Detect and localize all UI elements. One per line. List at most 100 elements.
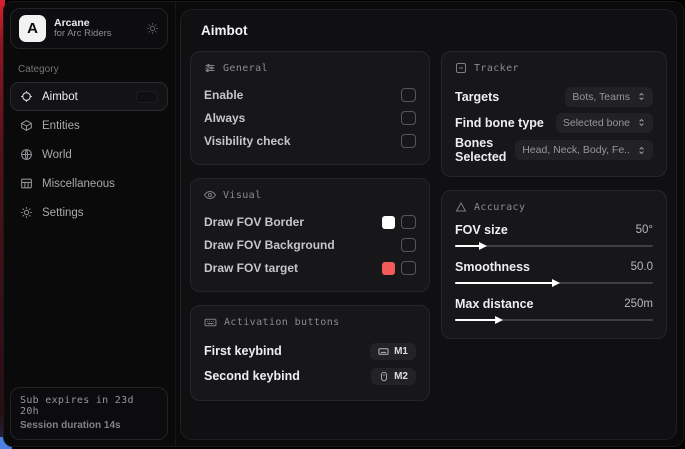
gear-icon: [20, 206, 33, 219]
sidebar: A Arcane for Arc Riders Category: [4, 2, 176, 446]
chevron-sort-icon: [637, 117, 646, 128]
setting-label: Second keybind: [204, 369, 300, 383]
session-duration-text: Session duration 14s: [20, 420, 158, 431]
card-title: General: [223, 63, 268, 74]
fov-size-slider[interactable]: [455, 240, 653, 252]
category-label: Category: [18, 64, 175, 75]
setting-label: Visibility check: [204, 134, 291, 148]
slider-knob[interactable]: [495, 316, 503, 324]
targets-dropdown[interactable]: Bots, Teams: [565, 87, 653, 107]
sidebar-item-label: Miscellaneous: [42, 178, 115, 190]
setting-row-targets: Targets Bots, Teams: [455, 84, 653, 109]
always-checkbox[interactable]: [401, 111, 416, 125]
card-title: Accuracy: [474, 202, 525, 213]
keybind-button-m2[interactable]: M2: [371, 368, 416, 385]
sidebar-nav: Aimbot Entities: [4, 82, 175, 227]
setting-row-fov-background: Draw FOV Background: [204, 234, 416, 256]
keyboard-icon: [378, 346, 389, 357]
main-area: Aimbot General: [176, 2, 683, 446]
card-accuracy: Accuracy FOV size 50°: [441, 190, 667, 339]
sub-expires-text: Sub expires in 23d 20h: [20, 395, 158, 417]
sidebar-item-label: Entities: [42, 120, 80, 132]
brand-card: A Arcane for Arc Riders: [10, 8, 168, 49]
content-panel: Aimbot General: [180, 9, 677, 440]
sidebar-item-world[interactable]: World: [10, 140, 168, 169]
setting-label: Targets: [455, 90, 499, 104]
setting-label: Smoothness: [455, 260, 530, 274]
gear-icon[interactable]: [146, 22, 159, 35]
sidebar-item-label: World: [42, 149, 72, 161]
setting-label: Draw FOV target: [204, 261, 298, 275]
sidebar-item-settings[interactable]: Settings: [10, 198, 168, 227]
sidebar-item-label: Settings: [42, 207, 84, 219]
setting-row-fov-size: FOV size 50°: [455, 223, 653, 252]
sidebar-item-miscellaneous[interactable]: Miscellaneous: [10, 169, 168, 198]
card-general: General Enable Always Visibi: [190, 51, 430, 165]
slider-value: 50.0: [631, 261, 653, 273]
triangle-icon: [455, 201, 467, 213]
desktop: A Arcane for Arc Riders Category: [0, 0, 685, 449]
setting-label: Always: [204, 111, 245, 125]
page-title: Aimbot: [201, 23, 667, 38]
brand-subtitle: for Arc Riders: [54, 29, 138, 40]
find-bone-type-dropdown[interactable]: Selected bone: [556, 113, 653, 133]
max-distance-slider[interactable]: [455, 314, 653, 326]
setting-row-max-distance: Max distance 250m: [455, 297, 653, 326]
setting-label: First keybind: [204, 344, 282, 358]
setting-label: FOV size: [455, 223, 508, 237]
setting-row-first-keybind: First keybind M1: [204, 339, 416, 363]
grid-icon: [20, 177, 33, 190]
setting-label: Max distance: [455, 297, 534, 311]
chevron-sort-icon: [637, 91, 646, 102]
setting-row-fov-target: Draw FOV target: [204, 257, 416, 279]
visibility-check-checkbox[interactable]: [401, 134, 416, 148]
setting-label: Draw FOV Background: [204, 238, 335, 252]
color-swatch-white[interactable]: [382, 216, 395, 229]
sidebar-item-aimbot[interactable]: Aimbot: [10, 82, 168, 111]
slider-value: 50°: [636, 224, 653, 236]
fov-border-checkbox[interactable]: [401, 215, 416, 229]
enable-checkbox[interactable]: [401, 88, 416, 102]
setting-row-bones-selected: Bones Selected Head, Neck, Body, Fe..: [455, 136, 653, 164]
setting-row-find-bone-type: Find bone type Selected bone: [455, 110, 653, 135]
card-title: Activation buttons: [224, 317, 340, 328]
setting-label: Enable: [204, 88, 243, 102]
setting-row-enable: Enable: [204, 84, 416, 106]
sliders-icon: [204, 62, 216, 74]
slider-knob[interactable]: [552, 279, 560, 287]
setting-label: Find bone type: [455, 116, 544, 130]
brand-logo: A: [19, 15, 46, 42]
eye-icon: [204, 189, 216, 201]
card-title: Visual: [223, 190, 262, 201]
slider-knob[interactable]: [479, 242, 487, 250]
chevron-sort-icon: [637, 145, 646, 156]
setting-label: Draw FOV Border: [204, 215, 304, 229]
card-tracker: Tracker Targets Bots, Teams: [441, 51, 667, 177]
bones-selected-dropdown[interactable]: Head, Neck, Body, Fe..: [515, 140, 653, 160]
cheat-menu-window: A Arcane for Arc Riders Category: [3, 1, 684, 447]
nav-item-badge: [136, 91, 158, 103]
mouse-icon: [379, 371, 389, 382]
color-swatch-red[interactable]: [382, 262, 395, 275]
setting-row-second-keybind: Second keybind M2: [204, 364, 416, 388]
smoothness-slider[interactable]: [455, 277, 653, 289]
card-activation-buttons: Activation buttons First keybind: [190, 305, 430, 401]
box-icon: [20, 119, 33, 132]
subscription-info: Sub expires in 23d 20h Session duration …: [10, 387, 168, 440]
slider-value: 250m: [624, 298, 653, 310]
keyboard-icon: [204, 316, 217, 329]
card-visual: Visual Draw FOV Border Draw FOV Back: [190, 178, 430, 292]
fov-background-checkbox[interactable]: [401, 238, 416, 252]
setting-label: Bones Selected: [455, 136, 515, 164]
card-title: Tracker: [474, 63, 519, 74]
globe-icon: [20, 148, 33, 161]
fov-target-checkbox[interactable]: [401, 261, 416, 275]
setting-row-fov-border: Draw FOV Border: [204, 211, 416, 233]
sidebar-item-label: Aimbot: [42, 91, 78, 103]
setting-row-visibility-check: Visibility check: [204, 130, 416, 152]
keybind-button-m1[interactable]: M1: [370, 343, 416, 360]
tracker-icon: [455, 62, 467, 74]
setting-row-always: Always: [204, 107, 416, 129]
sidebar-item-entities[interactable]: Entities: [10, 111, 168, 140]
setting-row-smoothness: Smoothness 50.0: [455, 260, 653, 289]
